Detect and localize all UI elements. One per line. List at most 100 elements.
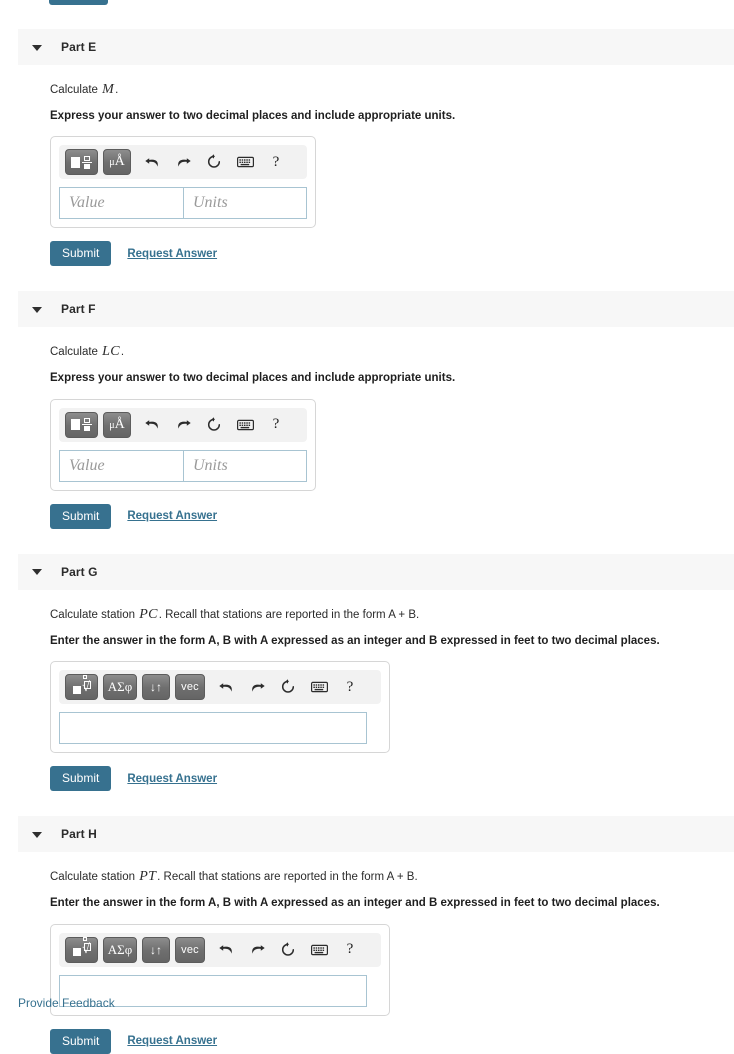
request-answer-link[interactable]: Request Answer (127, 773, 217, 785)
part-header-e[interactable]: Part E (18, 29, 734, 65)
reset-icon[interactable] (201, 149, 227, 175)
part-instruction: Express your answer to two decimal place… (50, 109, 456, 122)
reset-icon[interactable] (201, 412, 227, 438)
part-body-h: Calculate station PT. Recall that statio… (0, 868, 734, 1054)
keyboard-icon[interactable] (306, 674, 332, 700)
part-section-h: Part H Calculate station PT. Recall that… (0, 816, 734, 1054)
help-icon[interactable]: ? (337, 937, 363, 963)
reset-icon[interactable] (275, 674, 301, 700)
chevron-down-icon[interactable] (32, 566, 43, 577)
units-input[interactable]: Units (183, 449, 307, 482)
part-title: Part H (61, 827, 97, 842)
prompt-variable: M (102, 82, 115, 97)
units-palette-icon[interactable]: μÅ (103, 411, 131, 438)
answer-widget-e: μÅ ? Value Units (50, 136, 316, 229)
submit-button[interactable]: Submit (50, 503, 112, 529)
submit-button[interactable]: Submit (50, 241, 112, 267)
redo-icon[interactable] (244, 937, 270, 963)
redo-icon[interactable] (170, 149, 196, 175)
part-header-f[interactable]: Part F (18, 291, 734, 328)
value-input[interactable]: Value (59, 449, 183, 482)
chevron-down-icon[interactable] (32, 304, 43, 315)
prompt-variable: LC (102, 344, 120, 360)
part-title: Part F (61, 302, 96, 317)
part-instruction: Express your answer to two decimal place… (50, 372, 456, 385)
math-toolbar: μÅ ? (59, 407, 307, 442)
math-toolbar: √ ΑΣφ ↓↑ vec ? (59, 670, 381, 705)
request-answer-link[interactable]: Request Answer (127, 510, 217, 522)
part-body-e: Calculate M. Express your answer to two … (0, 81, 734, 291)
reset-icon[interactable] (275, 937, 301, 963)
part-header-g[interactable]: Part G (18, 553, 734, 590)
redo-icon[interactable] (244, 674, 270, 700)
undo-icon[interactable] (139, 412, 165, 438)
prompt-variable: PT (139, 869, 157, 885)
prompt-prefix: Calculate station (50, 871, 139, 884)
submit-row: Submit Request Answer (50, 766, 714, 792)
prompt-prefix: Calculate (50, 346, 102, 359)
answer-fields: Value Units (59, 187, 307, 220)
redo-icon[interactable] (170, 412, 196, 438)
units-input[interactable]: Units (183, 187, 307, 220)
submit-row: Submit Request Answer (50, 1028, 714, 1054)
greek-letters-icon[interactable]: ΑΣφ (103, 936, 137, 963)
math-toolbar: √ ΑΣφ ↓↑ vec ? (59, 932, 381, 967)
vector-icon[interactable]: vec (175, 674, 205, 701)
units-palette-icon[interactable]: μÅ (103, 149, 131, 176)
answer-fields: Value Units (59, 449, 307, 482)
math-toolbar: μÅ ? (59, 145, 307, 180)
part-prompt: Calculate station PT. Recall that statio… (50, 868, 714, 887)
provide-feedback-link[interactable]: Provide Feedback (18, 996, 115, 1010)
math-template-fraction-icon[interactable] (65, 149, 98, 176)
keyboard-icon[interactable] (232, 412, 258, 438)
prompt-prefix: Calculate (50, 84, 102, 96)
answer-widget-f: μÅ ? Value Units (50, 398, 316, 491)
answer-fields (59, 712, 381, 745)
math-template-nth-root-icon[interactable]: √ (65, 674, 98, 701)
part-section-e: Part E Calculate M. Express your answer … (0, 29, 734, 291)
prompt-suffix: . Recall that stations are reported in t… (157, 871, 418, 884)
undo-icon[interactable] (213, 937, 239, 963)
undo-icon[interactable] (139, 149, 165, 175)
part-instruction: Enter the answer in the form A, B with A… (50, 897, 660, 910)
vector-icon[interactable]: vec (175, 936, 205, 963)
part-body-f: Calculate LC. Express your answer to two… (0, 343, 734, 553)
submit-row: Submit Request Answer (50, 503, 714, 529)
greek-letters-icon[interactable]: ΑΣφ (103, 674, 137, 701)
keyboard-icon[interactable] (232, 149, 258, 175)
up-down-arrows-icon[interactable]: ↓↑ (142, 936, 170, 963)
part-title: Part E (61, 40, 97, 54)
part-title: Part G (61, 564, 98, 579)
undo-icon[interactable] (213, 674, 239, 700)
part-body-g: Calculate station PC. Recall that statio… (0, 606, 734, 816)
submit-row: Submit Request Answer (50, 241, 714, 267)
part-header-h[interactable]: Part H (18, 816, 734, 853)
part-prompt: Calculate LC. (50, 343, 714, 362)
help-icon[interactable]: ? (337, 674, 363, 700)
answer-input[interactable] (59, 712, 367, 745)
submit-button[interactable]: Submit (50, 1028, 112, 1054)
help-icon[interactable]: ? (263, 149, 289, 175)
submit-button[interactable]: Submit (50, 766, 112, 792)
part-prompt: Calculate station PC. Recall that statio… (50, 606, 714, 625)
up-down-arrows-icon[interactable]: ↓↑ (142, 674, 170, 701)
request-answer-link[interactable]: Request Answer (127, 1035, 217, 1047)
part-prompt: Calculate M. (50, 81, 714, 100)
page-footer: Provide Feedback (18, 996, 115, 1010)
math-template-nth-root-icon[interactable]: √ (65, 936, 98, 963)
keyboard-icon[interactable] (306, 937, 332, 963)
help-icon[interactable]: ? (263, 412, 289, 438)
part-section-f: Part F Calculate LC. Express your answer… (0, 291, 734, 553)
part-instruction: Enter the answer in the form A, B with A… (50, 634, 660, 647)
value-input[interactable]: Value (59, 187, 183, 220)
part-section-g: Part G Calculate station PC. Recall that… (0, 553, 734, 816)
prompt-prefix: Calculate station (50, 608, 139, 621)
chevron-down-icon[interactable] (32, 829, 43, 840)
request-answer-link[interactable]: Request Answer (127, 248, 217, 260)
prompt-suffix: . Recall that stations are reported in t… (158, 608, 420, 621)
prompt-suffix: . (115, 84, 119, 96)
prompt-variable: PC (139, 606, 158, 622)
chevron-down-icon[interactable] (32, 42, 43, 53)
prompt-suffix: . (120, 346, 125, 359)
math-template-fraction-icon[interactable] (65, 411, 98, 438)
